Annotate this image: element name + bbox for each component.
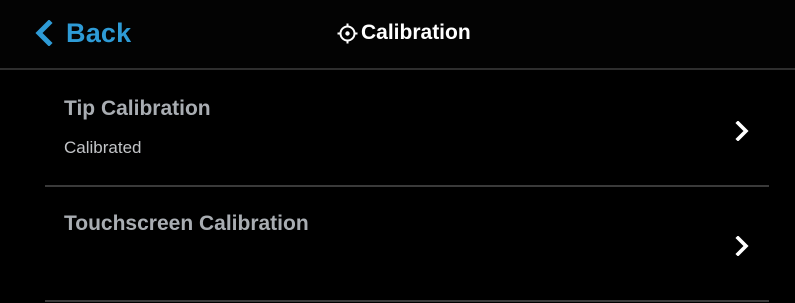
menu-item-status: Calibrated <box>64 138 142 157</box>
menu-item-tip-calibration[interactable]: Tip Calibration Calibrated <box>0 70 795 186</box>
menu-item-title: Tip Calibration <box>64 97 211 120</box>
page-title: Calibration <box>337 18 471 48</box>
chevron-right-icon <box>735 121 749 141</box>
page-title-text: Calibration <box>361 21 471 44</box>
back-label: Back <box>66 17 132 48</box>
chevron-left-icon <box>35 20 53 46</box>
menu-item-title: Touchscreen Calibration <box>64 212 309 235</box>
divider <box>45 300 769 302</box>
chevron-right-icon <box>735 236 749 256</box>
top-bar: Back Calibration <box>0 0 795 68</box>
divider <box>45 185 769 187</box>
back-button[interactable]: Back <box>34 15 131 51</box>
menu-item-touchscreen-calibration[interactable]: Touchscreen Calibration <box>0 188 795 301</box>
target-icon <box>337 23 358 43</box>
